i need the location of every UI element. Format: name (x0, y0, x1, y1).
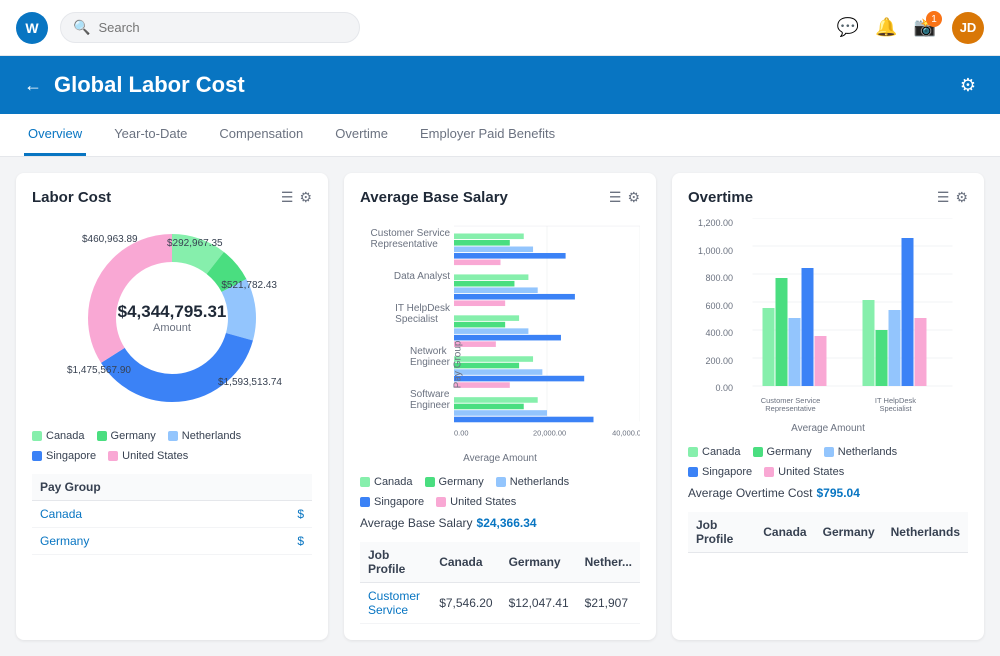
label-singapore: $1,593,513.74 (218, 377, 282, 388)
svg-text:Representative: Representative (765, 404, 815, 413)
x-axis-label-overtime: Average Amount (688, 423, 968, 434)
avg-salary-chart-area: Customer ServiceRepresentative Data Anal… (360, 218, 640, 451)
tab-overtime[interactable]: Overtime (331, 114, 392, 156)
labor-cost-title: Labor Cost (32, 189, 111, 206)
avg-base-salary-card: Average Base Salary ☰ ⚙ Customer Service… (344, 173, 656, 640)
svg-text:Specialist: Specialist (879, 404, 912, 413)
grid-icon[interactable]: 📸 1 (914, 17, 936, 38)
logo: W (16, 12, 48, 44)
y-label-ne: NetworkEngineer (410, 346, 450, 368)
col-canada: Canada (431, 542, 500, 583)
label-netherlands: $521,782.43 (221, 280, 277, 291)
svg-text:0.00: 0.00 (454, 428, 468, 437)
chat-icon[interactable]: 💬 (837, 17, 859, 38)
filter-icon[interactable]: ☰ (281, 189, 294, 206)
svg-text:20,000.00: 20,000.00 (533, 428, 566, 437)
overtime-table: Job Profile Canada Germany Netherlands (688, 512, 968, 553)
legend-netherlands: Netherlands (182, 430, 241, 442)
tab-year-to-date[interactable]: Year-to-Date (110, 114, 191, 156)
salary-summary-label: Average Base Salary (360, 516, 473, 530)
y-label-da: Data Analyst (394, 271, 450, 282)
salary-summary-value: $24,366.34 (477, 516, 537, 530)
col-canada-ot: Canada (755, 512, 814, 553)
back-button[interactable]: ← (24, 75, 42, 96)
avg-salary-filter-icon[interactable]: ☰ (609, 189, 622, 206)
legend-canada: Canada (46, 430, 85, 442)
overtime-chart-area: 1,200.00 1,000.00 800.00 600.00 400.00 2… (688, 218, 968, 421)
tabs-bar: Overview Year-to-Date Compensation Overt… (0, 114, 1000, 157)
col-netherlands-ot: Netherlands (883, 512, 968, 553)
tab-employer-paid-benefits[interactable]: Employer Paid Benefits (416, 114, 559, 156)
labor-cost-card: Labor Cost ☰ ⚙ $4,344,795.31 Amount (16, 173, 328, 640)
donut-total: $4,344,795.31 (118, 302, 227, 322)
tab-compensation[interactable]: Compensation (215, 114, 307, 156)
overtime-filter-icon[interactable]: ☰ (937, 189, 950, 206)
notification-badge: 1 (926, 11, 942, 27)
overtime-legend: Canada Germany Netherlands Singapore Uni… (688, 446, 968, 478)
svg-text:40,000.00: 40,000.00 (612, 428, 640, 437)
page-header: ← Global Labor Cost ⚙ (0, 56, 1000, 114)
col-job-profile-ot: Job Profile (688, 512, 755, 553)
salary-summary: Average Base Salary $24,366.34 (360, 516, 640, 530)
label-us: $1,475,567.90 (67, 365, 131, 376)
y-label-it: IT HelpDeskSpecialist (395, 303, 450, 325)
label-canada: $460,963.89 (82, 234, 138, 245)
labor-cost-legend: Canada Germany Netherlands Singapore Uni… (32, 430, 312, 462)
page-title: Global Labor Cost (54, 72, 245, 98)
overtime-title: Overtime (688, 189, 753, 206)
y-axis-label: Pay Group (452, 340, 463, 388)
y-label-se: SoftwareEngineer (410, 389, 450, 411)
row-canada[interactable]: Canada (32, 501, 248, 528)
avg-salary-settings-icon[interactable]: ⚙ (627, 189, 640, 206)
x-axis-label-salary: Average Amount (360, 453, 640, 464)
nav-actions: 💬 🔔 📸 1 JD (837, 12, 984, 44)
donut-label: Amount (118, 322, 227, 334)
table-row: Canada $ (32, 501, 312, 528)
col-netherlands: Nether... (577, 542, 640, 583)
col-pay-group: Pay Group (32, 474, 248, 501)
row-customer-service[interactable]: Customer Service (360, 583, 431, 624)
main-content: Labor Cost ☰ ⚙ $4,344,795.31 Amount (0, 157, 1000, 656)
settings-icon[interactable]: ⚙ (960, 75, 976, 96)
avg-salary-legend: Canada Germany Netherlands Singapore Uni… (360, 476, 640, 508)
y-label-csr: Customer ServiceRepresentative (371, 228, 450, 250)
search-input[interactable] (98, 20, 347, 35)
col-germany-ot: Germany (815, 512, 883, 553)
overtime-summary-value: $795.04 (817, 486, 860, 500)
overtime-settings-icon[interactable]: ⚙ (955, 189, 968, 206)
overtime-summary: Average Overtime Cost $795.04 (688, 486, 968, 500)
donut-chart: $4,344,795.31 Amount $292,967.35 $460,96… (72, 218, 272, 418)
avg-salary-title: Average Base Salary (360, 189, 508, 206)
table-row: Germany $ (32, 528, 312, 555)
legend-germany: Germany (111, 430, 156, 442)
overtime-summary-label: Average Overtime Cost (688, 486, 813, 500)
search-icon: 🔍 (73, 19, 90, 36)
tab-overview[interactable]: Overview (24, 114, 86, 156)
top-nav: W 🔍 💬 🔔 📸 1 JD (0, 0, 1000, 56)
salary-table: Job Profile Canada Germany Nether... Cus… (360, 542, 640, 624)
overtime-card: Overtime ☰ ⚙ 1,200.00 1,000.00 800.00 60… (672, 173, 984, 640)
bell-icon[interactable]: 🔔 (875, 17, 897, 38)
col-amount (248, 474, 312, 501)
legend-us: United States (122, 450, 188, 462)
row-germany[interactable]: Germany (32, 528, 248, 555)
table-row: Customer Service $7,546.20 $12,047.41 $2… (360, 583, 640, 624)
labor-cost-settings-icon[interactable]: ⚙ (299, 189, 312, 206)
labor-cost-table: Pay Group Canada $ Germany $ (32, 474, 312, 555)
avatar[interactable]: JD (952, 12, 984, 44)
legend-singapore: Singapore (46, 450, 96, 462)
label-germany: $292,967.35 (167, 238, 223, 249)
col-job-profile: Job Profile (360, 542, 431, 583)
col-germany: Germany (501, 542, 577, 583)
search-bar[interactable]: 🔍 (60, 12, 360, 43)
